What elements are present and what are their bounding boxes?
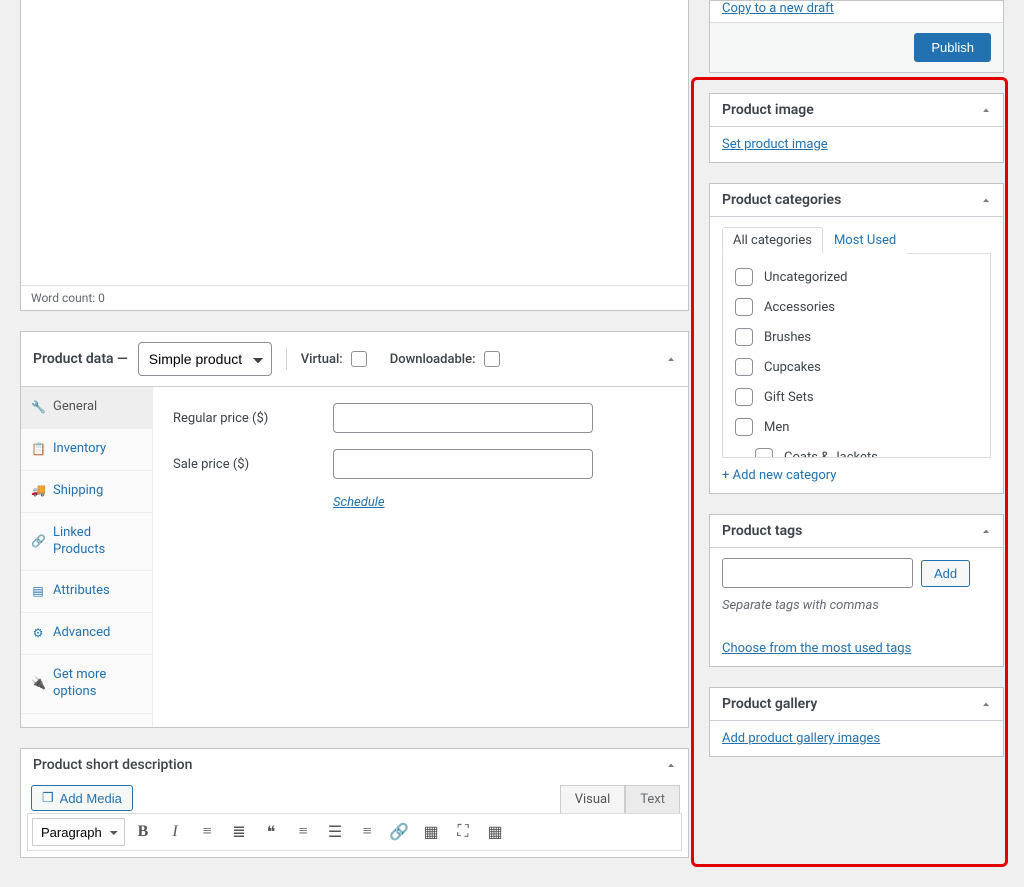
collapse-icon[interactable]: ▲	[666, 762, 676, 769]
cat-checkbox[interactable]	[735, 298, 753, 316]
add-tag-button[interactable]: Add	[921, 560, 970, 587]
tag-hint: Separate tags with commas	[722, 598, 991, 613]
downloadable-checkbox[interactable]	[484, 351, 500, 367]
cat-item-uncategorized[interactable]: Uncategorized	[731, 262, 982, 292]
editor-body[interactable]	[21, 0, 688, 285]
short-description-panel: Product short description ▲ ❐ Add Media …	[20, 748, 689, 858]
word-count: Word count: 0	[21, 285, 688, 310]
publish-panel: Copy to a new draft Publish	[709, 0, 1004, 73]
cat-checkbox[interactable]	[735, 268, 753, 286]
collapse-icon[interactable]: ▲	[981, 197, 991, 204]
sale-price-input[interactable]	[333, 449, 593, 479]
media-icon: ❐	[42, 790, 54, 806]
cat-item-gift-sets[interactable]: Gift Sets	[731, 382, 982, 412]
tag-input[interactable]	[722, 558, 913, 588]
gear-icon: ⚙	[31, 626, 45, 642]
tab-more[interactable]: 🔌Get more options	[21, 655, 152, 714]
format-select[interactable]: Paragraph	[32, 818, 125, 846]
cat-item-accessories[interactable]: Accessories	[731, 292, 982, 322]
cat-checkbox[interactable]	[735, 328, 753, 346]
plug-icon: 🔌	[31, 676, 45, 692]
schedule-link[interactable]: Schedule	[333, 495, 385, 510]
short-desc-title: Product short description	[33, 757, 192, 773]
product-image-title: Product image	[722, 102, 814, 118]
cat-item-coats[interactable]: Coats & Jackets	[731, 442, 982, 458]
align-left-button[interactable]: ≡	[289, 818, 317, 846]
italic-button[interactable]: I	[161, 818, 189, 846]
add-gallery-link[interactable]: Add product gallery images	[722, 731, 880, 746]
collapse-icon[interactable]: ▲	[981, 528, 991, 535]
product-data-panel: Product data — Simple product Virtual: D…	[20, 331, 689, 728]
downloadable-label[interactable]: Downloadable:	[390, 348, 503, 370]
quote-button[interactable]: ❝	[257, 818, 285, 846]
tab-most-used[interactable]: Most Used	[823, 227, 907, 254]
regular-price-label: Regular price ($)	[173, 411, 333, 426]
content-editor: Word count: 0	[20, 0, 689, 311]
tab-text[interactable]: Text	[625, 785, 680, 813]
product-data-tabs: 🔧General 📋Inventory 🚚Shipping 🔗Linked Pr…	[21, 387, 153, 727]
cat-item-cupcakes[interactable]: Cupcakes	[731, 352, 982, 382]
tab-visual[interactable]: Visual	[560, 785, 626, 813]
tab-shipping[interactable]: 🚚Shipping	[21, 471, 152, 513]
cat-checkbox[interactable]	[735, 388, 753, 406]
product-tags-title: Product tags	[722, 523, 802, 539]
product-type-select[interactable]: Simple product	[138, 342, 272, 376]
publish-button[interactable]: Publish	[914, 33, 991, 62]
list-icon: ▤	[31, 584, 45, 600]
copy-draft-link[interactable]: Copy to a new draft	[722, 1, 834, 16]
tab-all-categories[interactable]: All categories	[722, 227, 823, 254]
collapse-icon[interactable]: ▲	[981, 701, 991, 708]
product-tags-panel: Product tags ▲ Add Separate tags with co…	[709, 514, 1004, 667]
ol-button[interactable]: ≣	[225, 818, 253, 846]
tab-linked[interactable]: 🔗Linked Products	[21, 513, 152, 572]
cat-item-brushes[interactable]: Brushes	[731, 322, 982, 352]
set-product-image-link[interactable]: Set product image	[722, 137, 828, 152]
add-media-button[interactable]: ❐ Add Media	[31, 785, 133, 811]
insert-button[interactable]: ▦	[417, 818, 445, 846]
align-right-button[interactable]: ≡	[353, 818, 381, 846]
bold-button[interactable]: B	[129, 818, 157, 846]
product-data-title: Product data —	[33, 351, 128, 367]
product-gallery-panel: Product gallery ▲ Add product gallery im…	[709, 687, 1004, 757]
align-center-button[interactable]: ☰	[321, 818, 349, 846]
product-gallery-title: Product gallery	[722, 696, 817, 712]
add-new-category-link[interactable]: + Add new category	[722, 468, 836, 483]
tab-general[interactable]: 🔧General	[21, 387, 152, 429]
ul-button[interactable]: ≡	[193, 818, 221, 846]
cat-checkbox[interactable]	[755, 448, 773, 458]
product-categories-panel: Product categories ▲ All categories Most…	[709, 183, 1004, 494]
editor-toolbar: Paragraph B I ≡ ≣ ❝ ≡ ☰ ≡ 🔗 ▦ ⛶ ▦	[27, 813, 682, 851]
collapse-icon[interactable]: ▲	[981, 107, 991, 114]
link-icon: 🔗	[31, 534, 45, 550]
toolbar-toggle-button[interactable]: ▦	[481, 818, 509, 846]
category-list[interactable]: Uncategorized Accessories Brushes Cupcak…	[722, 253, 991, 458]
truck-icon: 🚚	[31, 483, 45, 499]
regular-price-input[interactable]	[333, 403, 593, 433]
tab-inventory[interactable]: 📋Inventory	[21, 429, 152, 471]
tab-attributes[interactable]: ▤Attributes	[21, 571, 152, 613]
cat-checkbox[interactable]	[735, 418, 753, 436]
sale-price-label: Sale price ($)	[173, 457, 333, 472]
virtual-checkbox[interactable]	[351, 351, 367, 367]
choose-tags-link[interactable]: Choose from the most used tags	[722, 641, 911, 656]
fullscreen-button[interactable]: ⛶	[449, 818, 477, 846]
product-categories-title: Product categories	[722, 192, 841, 208]
link-button[interactable]: 🔗	[385, 818, 413, 846]
clipboard-icon: 📋	[31, 442, 45, 458]
wrench-icon: 🔧	[31, 400, 45, 416]
collapse-icon[interactable]: ▲	[666, 356, 676, 363]
product-image-panel: Product image ▲ Set product image	[709, 93, 1004, 163]
product-data-content: Regular price ($) Sale price ($) Schedul…	[153, 387, 688, 727]
cat-item-men[interactable]: Men	[731, 412, 982, 442]
divider	[286, 348, 287, 370]
cat-checkbox[interactable]	[735, 358, 753, 376]
tab-advanced[interactable]: ⚙Advanced	[21, 613, 152, 655]
virtual-label[interactable]: Virtual:	[301, 348, 370, 370]
